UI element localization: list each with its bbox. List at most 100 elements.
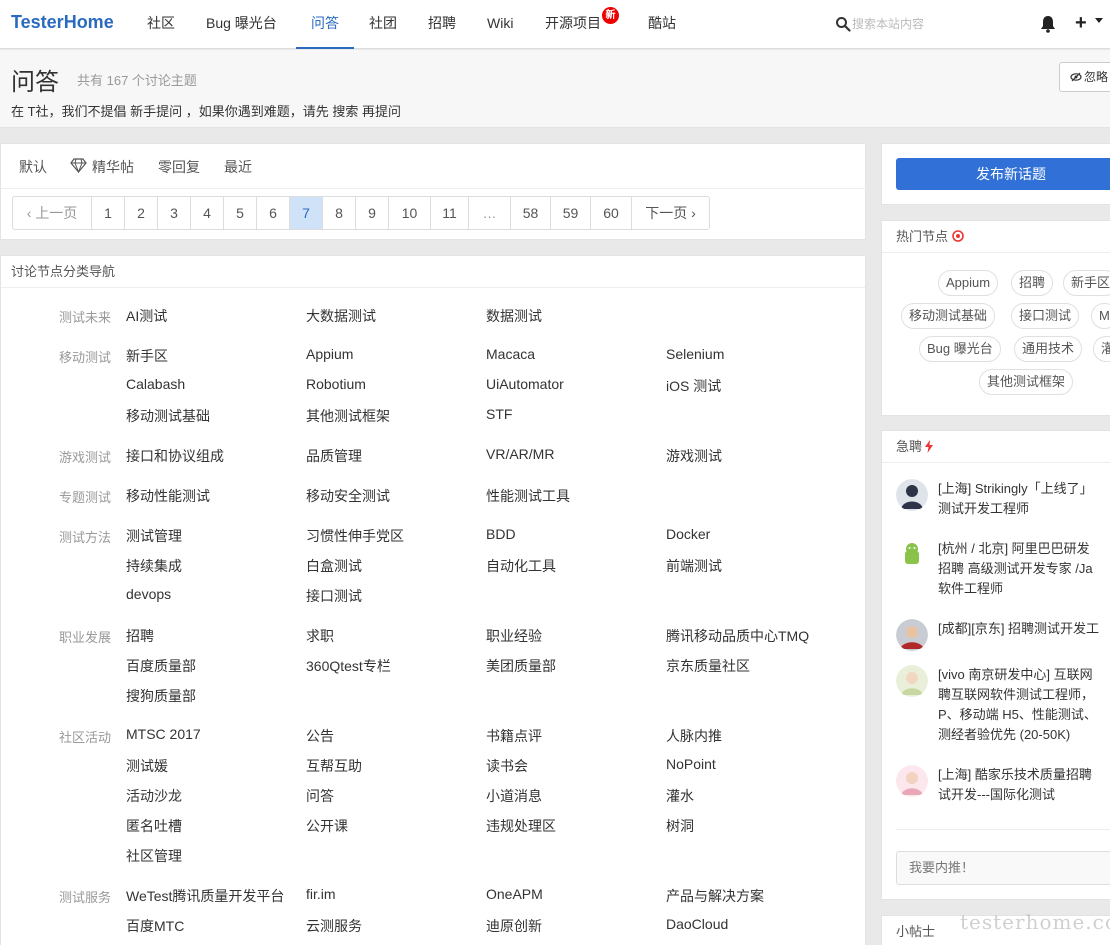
- category-node-link[interactable]: 迪原创新: [486, 916, 542, 936]
- page-link[interactable]: 1: [91, 197, 124, 229]
- job-item[interactable]: [vivo 南京研发中心] 互联网 聘互联网软件测试工程师， P、移动端 H5、性能…: [896, 665, 1110, 745]
- job-link[interactable]: [上海] 酷家乐技术质量招聘 试开发---国际化测试: [938, 765, 1110, 805]
- category-node-link[interactable]: 求职: [306, 626, 334, 646]
- category-node-link[interactable]: 测试管理: [126, 526, 182, 546]
- job-link[interactable]: [vivo 南京研发中心] 互联网 聘互联网软件测试工程师， P、移动端 H5、性能…: [938, 665, 1110, 745]
- hot-node-tag[interactable]: 招聘: [1011, 270, 1054, 296]
- category-node-link[interactable]: 游戏测试: [666, 446, 722, 466]
- new-topic-button[interactable]: 发布新话题: [896, 158, 1110, 190]
- nav-open-source[interactable]: 开源项目: [545, 0, 601, 49]
- category-node-link[interactable]: STF: [486, 406, 512, 422]
- category-node-link[interactable]: 书籍点评: [486, 726, 542, 746]
- category-node-link[interactable]: 百度MTC: [126, 916, 184, 936]
- category-node-link[interactable]: MTSC 2017: [126, 726, 201, 742]
- page-link[interactable]: 9: [355, 197, 388, 229]
- hot-node-tag[interactable]: 灌: [1093, 336, 1110, 362]
- tab-excellent[interactable]: 精华帖: [92, 157, 134, 177]
- category-node-link[interactable]: 自动化工具: [486, 556, 556, 576]
- hot-node-tag[interactable]: Appium: [938, 270, 999, 296]
- next-page-button[interactable]: 下一页 ›: [631, 197, 709, 229]
- job-item[interactable]: [上海] Strikingly「上线了」 测试开发工程师: [896, 479, 1110, 519]
- category-node-link[interactable]: Selenium: [666, 346, 724, 362]
- page-link[interactable]: 11: [430, 197, 468, 229]
- category-node-link[interactable]: 360Qtest专栏: [306, 656, 391, 676]
- category-node-link[interactable]: WeTest腾讯质量开发平台: [126, 886, 284, 906]
- page-link[interactable]: 3: [157, 197, 190, 229]
- category-node-link[interactable]: 搜狗质量部: [126, 686, 196, 706]
- category-node-link[interactable]: 性能测试工具: [486, 486, 570, 506]
- category-node-link[interactable]: 其他测试框架: [306, 406, 390, 426]
- hot-node-tag[interactable]: M: [1091, 303, 1110, 329]
- nav-jobs[interactable]: 招聘: [428, 0, 456, 49]
- category-node-link[interactable]: 测试媛: [126, 756, 168, 776]
- hot-node-tag[interactable]: 接口测试: [1011, 303, 1080, 329]
- category-node-link[interactable]: 美团质量部: [486, 656, 556, 676]
- category-node-link[interactable]: Docker: [666, 526, 710, 542]
- category-node-link[interactable]: NoPoint: [666, 756, 716, 772]
- tab-latest[interactable]: 最近: [224, 157, 252, 177]
- nav-community[interactable]: 社区: [147, 0, 175, 49]
- plus-icon[interactable]: +: [1075, 12, 1087, 34]
- category-node-link[interactable]: fir.im: [306, 886, 336, 902]
- category-node-link[interactable]: 移动安全测试: [306, 486, 390, 506]
- category-node-link[interactable]: Appium: [306, 346, 353, 362]
- category-node-link[interactable]: 习惯性伸手党区: [306, 526, 404, 546]
- category-node-link[interactable]: 移动性能测试: [126, 486, 210, 506]
- category-node-link[interactable]: 招聘: [126, 626, 154, 646]
- category-node-link[interactable]: 持续集成: [126, 556, 182, 576]
- category-node-link[interactable]: 接口和协议组成: [126, 446, 224, 466]
- category-node-link[interactable]: 接口测试: [306, 586, 362, 606]
- hot-node-tag[interactable]: 通用技术: [1014, 336, 1083, 362]
- job-link[interactable]: [上海] Strikingly「上线了」 测试开发工程师: [938, 479, 1110, 519]
- nav-cool-sites[interactable]: 酷站: [648, 0, 676, 49]
- referral-input[interactable]: 我要内推！: [896, 851, 1110, 885]
- category-node-link[interactable]: 白盒测试: [306, 556, 362, 576]
- job-item[interactable]: [上海] 酷家乐技术质量招聘 试开发---国际化测试: [896, 765, 1110, 805]
- job-item[interactable]: [杭州 / 北京] 阿里巴巴研发 招聘 高级测试开发专家 /Ja 软件工程师: [896, 539, 1110, 599]
- page-link[interactable]: 6: [256, 197, 289, 229]
- category-node-link[interactable]: 百度质量部: [126, 656, 196, 676]
- page-link[interactable]: 60: [590, 197, 631, 229]
- job-item[interactable]: [成都][京东] 招聘测试开发工: [896, 619, 1110, 651]
- category-node-link[interactable]: 问答: [306, 786, 334, 806]
- category-node-link[interactable]: 公告: [306, 726, 334, 746]
- category-node-link[interactable]: 云测服务: [306, 916, 362, 936]
- ignore-button[interactable]: 忽略: [1059, 62, 1110, 92]
- category-node-link[interactable]: 人脉内推: [666, 726, 722, 746]
- category-node-link[interactable]: 互帮互助: [306, 756, 362, 776]
- category-node-link[interactable]: iOS 测试: [666, 376, 721, 396]
- category-node-link[interactable]: UiAutomator: [486, 376, 564, 392]
- page-link[interactable]: 58: [510, 197, 550, 229]
- category-node-link[interactable]: 京东质量社区: [666, 656, 750, 676]
- category-node-link[interactable]: devops: [126, 586, 171, 602]
- category-node-link[interactable]: 前端测试: [666, 556, 722, 576]
- page-link[interactable]: 2: [124, 197, 157, 229]
- brand-logo[interactable]: TesterHome: [11, 12, 114, 33]
- prev-page-button[interactable]: ‹ 上一页: [13, 197, 91, 229]
- category-node-link[interactable]: 匿名吐槽: [126, 816, 182, 836]
- category-node-link[interactable]: 腾讯移动品质中心TMQ: [666, 626, 809, 646]
- page-link[interactable]: 59: [550, 197, 590, 229]
- search-icon[interactable]: [835, 16, 851, 32]
- category-node-link[interactable]: OneAPM: [486, 886, 543, 902]
- chevron-down-icon[interactable]: [1095, 18, 1103, 23]
- category-node-link[interactable]: Robotium: [306, 376, 366, 392]
- tab-default[interactable]: 默认: [19, 157, 47, 177]
- category-node-link[interactable]: Macaca: [486, 346, 535, 362]
- hot-node-tag[interactable]: Bug 曝光台: [919, 336, 1001, 362]
- page-link[interactable]: 10: [388, 197, 430, 229]
- category-node-link[interactable]: 读书会: [486, 756, 528, 776]
- category-node-link[interactable]: 公开课: [306, 816, 348, 836]
- category-node-link[interactable]: 违规处理区: [486, 816, 556, 836]
- tab-no-reply[interactable]: 零回复: [158, 157, 200, 177]
- category-node-link[interactable]: 职业经验: [486, 626, 542, 646]
- category-node-link[interactable]: 活动沙龙: [126, 786, 182, 806]
- page-link[interactable]: 8: [322, 197, 355, 229]
- category-node-link[interactable]: 产品与解决方案: [666, 886, 764, 906]
- page-link-current[interactable]: 7: [289, 197, 322, 229]
- category-node-link[interactable]: 大数据测试: [306, 306, 376, 326]
- bell-icon[interactable]: [1040, 15, 1056, 33]
- nav-bug-exposure[interactable]: Bug 曝光台: [206, 0, 277, 49]
- nav-clubs[interactable]: 社团: [369, 0, 397, 49]
- job-link[interactable]: [杭州 / 北京] 阿里巴巴研发 招聘 高级测试开发专家 /Ja 软件工程师: [938, 539, 1110, 599]
